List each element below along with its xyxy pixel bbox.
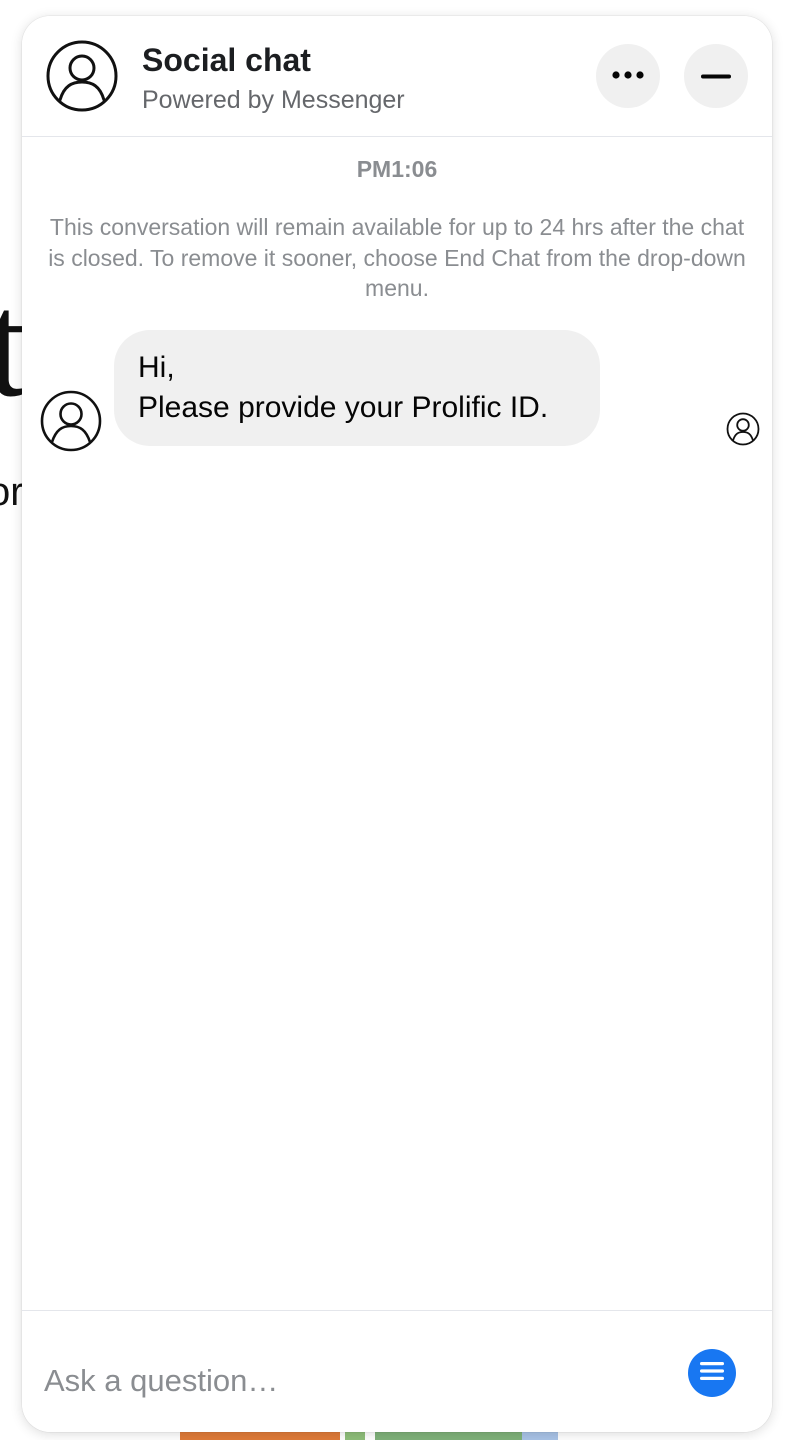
- message-text-line: Hi,: [138, 351, 175, 384]
- menu-icon: [700, 1361, 724, 1386]
- user-circle-icon: [46, 40, 118, 112]
- chat-title: Social chat: [142, 42, 311, 78]
- message-input[interactable]: [44, 1351, 644, 1411]
- minus-icon: [701, 67, 731, 85]
- background-text-fragment-small: or: [0, 470, 24, 514]
- chat-window: Social chat Powered by Messenger PM1:06 …: [22, 16, 772, 1432]
- message-bubble: Hi, Please provide your Prolific ID.: [114, 330, 600, 446]
- minimize-button[interactable]: [684, 44, 748, 108]
- more-options-button[interactable]: [596, 44, 660, 108]
- message-row: Hi, Please provide your Prolific ID.: [22, 330, 772, 460]
- chat-header: Social chat Powered by Messenger: [22, 16, 772, 137]
- menu-button[interactable]: [688, 1349, 736, 1397]
- chat-subtitle: Powered by Messenger: [142, 86, 405, 114]
- more-horizontal-icon: [610, 67, 646, 85]
- message-timestamp: PM1:06: [356, 156, 438, 182]
- agent-avatar-icon: [40, 390, 102, 452]
- conversation-notice: This conversation will remain available …: [48, 214, 746, 301]
- message-composer: [22, 1310, 772, 1432]
- read-receipt-avatar-icon: [726, 412, 760, 446]
- message-text-line: Please provide your Prolific ID.: [138, 391, 549, 424]
